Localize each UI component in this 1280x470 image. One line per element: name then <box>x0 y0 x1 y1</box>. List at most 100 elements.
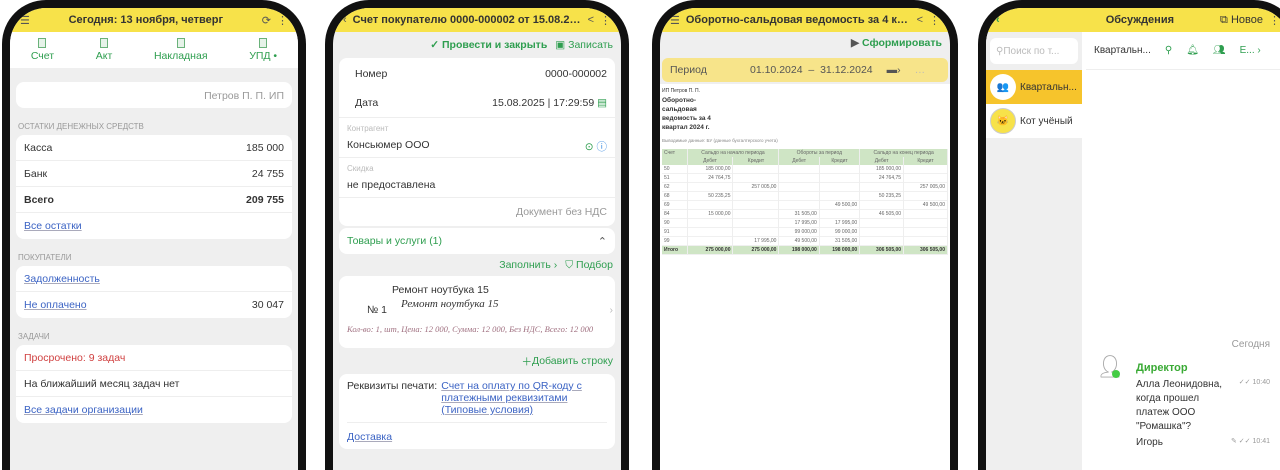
help-icon[interactable]: ⓘ <box>597 141 608 153</box>
table-cell <box>859 182 905 192</box>
share-icon[interactable]: < <box>917 14 923 26</box>
create-waybill-button[interactable]: Накладная <box>154 38 208 62</box>
more-actions-button[interactable]: Е... › <box>1240 45 1261 56</box>
more-icon[interactable]: ⋮ <box>1269 14 1280 27</box>
menu-icon[interactable]: ☰ <box>670 14 680 27</box>
new-discussion-button[interactable]: ⧉ Новое <box>1220 14 1263 27</box>
add-row-button[interactable]: ＋ Добавить строку <box>333 348 621 374</box>
contractor-field[interactable]: Консьюмер ООО <box>347 139 430 154</box>
table-cell: 17 995,00 <box>778 218 820 228</box>
new-chat-icon: ⧉ <box>1220 13 1231 26</box>
table-row: 84 15 000,00 31 505,00 46 505,00 <box>662 209 948 219</box>
message-time: 10:40 <box>1252 379 1270 386</box>
period-to[interactable]: 31.12.2024 <box>820 64 873 76</box>
period-select-icon[interactable]: ▬› <box>887 64 901 76</box>
discount-label: Скидка <box>347 164 374 173</box>
placeholder: Поиск по т... <box>1003 45 1060 57</box>
debt-link[interactable]: Задолженность <box>24 273 100 285</box>
period-from[interactable]: 01.10.2024 <box>750 64 803 76</box>
search-icon[interactable]: ⚲ <box>1165 45 1172 56</box>
basket-icon: ⛉ <box>565 258 577 271</box>
discount-field[interactable]: не предоставлена <box>347 179 607 191</box>
user-avatar-icon: 👤︎ <box>1096 354 1124 379</box>
delivery-link[interactable]: Доставка <box>347 423 607 443</box>
create-upd-button[interactable]: УПД • <box>249 38 277 62</box>
section-tasks: ЗАДАЧИ <box>18 332 50 341</box>
table-row: 99 17 995,00 49 500,00 31 505,00 <box>662 236 948 246</box>
table-cell: 31 505,00 <box>819 236 861 246</box>
create-act-button[interactable]: Акт <box>95 38 113 62</box>
overdue-tasks-link[interactable]: Просрочено: 9 задач <box>24 352 125 364</box>
save-button[interactable]: ▣ Записать <box>555 39 613 51</box>
period-dash: – <box>808 64 815 76</box>
col-credit: Кредит <box>903 157 948 165</box>
table-cell <box>732 173 780 183</box>
chat-item-quarterly[interactable]: 👥 Квартальн... <box>986 70 1082 104</box>
label: Акт <box>95 50 113 62</box>
print-details-link[interactable]: Счет на оплату по QR-коду с платежными р… <box>441 380 607 416</box>
number-field[interactable]: 0000-000002 <box>545 68 607 88</box>
table-cell <box>778 182 820 192</box>
share-icon[interactable]: < <box>588 14 594 26</box>
table-cell <box>732 227 780 237</box>
post-and-close-button[interactable]: ✓ Провести и закрыть <box>430 39 547 51</box>
period-field[interactable]: Период 01.10.2024 – 31.12.2024 ▬›… <box>662 58 948 82</box>
table-cell <box>819 209 861 219</box>
online-indicator <box>1112 370 1120 378</box>
table-cell <box>903 173 948 183</box>
calendar-icon[interactable]: ▤ <box>597 97 607 109</box>
table-cell: 185 000,00 <box>859 165 905 174</box>
back-icon[interactable]: ‹ <box>996 14 1000 26</box>
goods-section-header[interactable]: Товары и услуги (1) ⌃ <box>339 228 615 254</box>
group-avatar-icon: 👥 <box>990 74 1016 100</box>
table-cell <box>903 191 948 201</box>
table-row: 69 49 500,00 49 500,00 <box>662 200 948 210</box>
table-cell: 84 <box>662 209 688 219</box>
generate-button[interactable]: ▶ Сформировать <box>660 32 950 54</box>
col-end-balance: Сальдо на конец периода <box>859 149 948 157</box>
organization-field[interactable]: Петров П. П. ИП <box>16 82 292 108</box>
total-row: Всего 209 755 <box>16 187 292 213</box>
fill-button[interactable]: Заполнить › <box>499 259 557 271</box>
next-message-author: Игорь <box>1136 437 1163 448</box>
participants-icon[interactable]: 👥︎ <box>1213 45 1226 56</box>
more-icon[interactable]: ⋮ <box>277 14 288 27</box>
label: Подбор <box>576 258 613 271</box>
table-cell: 198 000,00 <box>819 245 861 255</box>
phone-home: ☰ Сегодня: 13 ноября, четверг ⟳ ⋮ Счет Акт … <box>2 0 306 470</box>
table-cell: 185 000,00 <box>687 165 734 174</box>
report-org: ИП Петров П. П. <box>662 88 701 94</box>
goods-row[interactable]: № 1 Ремонт ноутбука 15 Ремонт ноутбука 1… <box>339 276 615 348</box>
search-icon: ⚲ <box>996 45 1004 57</box>
label: Е... <box>1239 45 1255 56</box>
label: Добавить строку <box>531 355 613 367</box>
table-row: 62 257 005,00 257 005,00 <box>662 182 948 192</box>
more-icon[interactable]: ⋮ <box>929 14 940 27</box>
unpaid-link[interactable]: Не оплачено <box>24 299 87 311</box>
create-invoice-button[interactable]: Счет <box>31 38 54 62</box>
document-icon <box>259 38 268 48</box>
all-balances-link[interactable]: Все остатки <box>24 220 82 232</box>
table-cell <box>859 200 905 210</box>
all-tasks-link[interactable]: Все задачи организации <box>24 404 143 416</box>
bell-icon[interactable]: 🔔︎ <box>1186 45 1199 56</box>
refresh-icon[interactable]: ⟳ <box>262 14 271 27</box>
label: Накладная <box>153 50 208 62</box>
pick-button[interactable]: ⛉ Подбор <box>565 259 613 272</box>
time-field[interactable]: 17:29:59 <box>553 97 594 109</box>
plus-icon: ＋ <box>521 355 532 368</box>
ellipsis-icon[interactable]: … <box>915 64 926 76</box>
back-icon[interactable]: ‹ <box>343 14 347 26</box>
date-field[interactable]: 15.08.2025 <box>492 97 545 109</box>
table-cell <box>819 173 861 183</box>
open-icon[interactable]: ⊙ <box>585 141 594 153</box>
search-input[interactable]: ⚲ Поиск по т... <box>990 38 1078 64</box>
table-cell <box>732 200 780 210</box>
menu-icon[interactable]: ☰ <box>20 14 30 27</box>
chat-item-cat[interactable]: 🐱 Кот учёный <box>986 104 1082 138</box>
more-icon[interactable]: ⋮ <box>600 14 611 27</box>
line-number: № 1 <box>367 304 388 316</box>
document-icon <box>176 38 185 48</box>
document-icon <box>38 38 47 48</box>
no-tasks-text: На ближайший месяц задач нет <box>24 377 180 390</box>
